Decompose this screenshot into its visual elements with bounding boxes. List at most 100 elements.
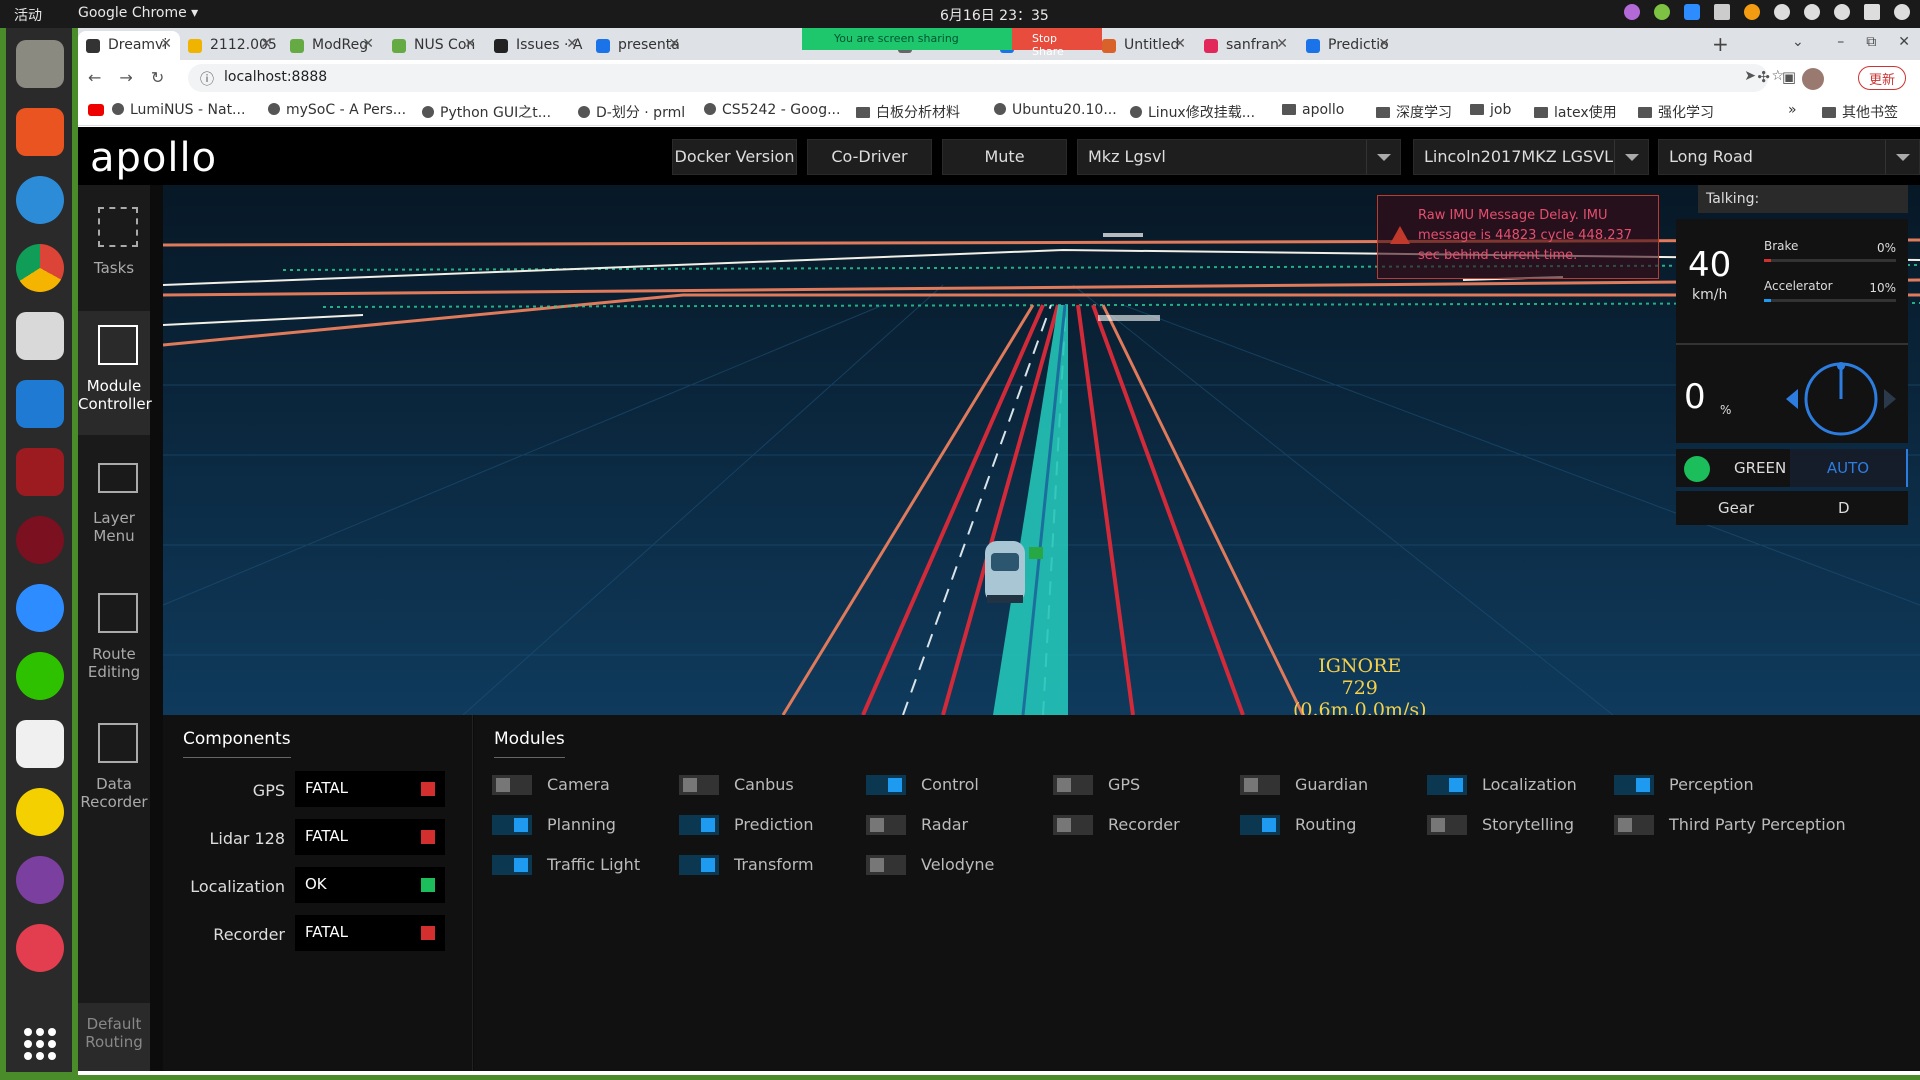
module-toggle-switch[interactable] (679, 815, 719, 835)
back-icon[interactable]: ← (88, 68, 119, 87)
module-toggle-switch[interactable] (679, 775, 719, 795)
module-toggle-switch[interactable] (1427, 775, 1467, 795)
activities-button[interactable]: 活动 (14, 5, 42, 25)
chrome-icon[interactable] (16, 244, 64, 292)
bookmark-link[interactable]: Ubuntu20.10... (994, 102, 1117, 118)
close-tab-icon[interactable]: ✕ (1276, 36, 1288, 52)
system-tray[interactable] (1624, 4, 1910, 20)
bookmark-folder[interactable]: 深度学习 (1376, 102, 1452, 122)
volume-icon[interactable] (1804, 4, 1820, 20)
module-toggle-item[interactable]: GPS (1053, 772, 1233, 798)
other-bookmarks-folder[interactable]: 其他书签 (1822, 102, 1898, 122)
keyboard-tray-icon[interactable] (1714, 4, 1730, 20)
close-tab-icon[interactable]: ✕ (464, 36, 476, 52)
browser-tab[interactable]: presenta ✕ (588, 31, 688, 60)
browser-tab[interactable]: Dreamvi ✕ (78, 31, 180, 60)
module-toggle-switch[interactable] (1240, 815, 1280, 835)
bookmark-link[interactable]: D-划分 · prml (578, 102, 685, 122)
restore-icon[interactable]: ⧉ (1866, 34, 1876, 50)
module-toggle-switch[interactable] (1053, 815, 1093, 835)
module-toggle-item[interactable]: Perception (1614, 772, 1794, 798)
wine-icon[interactable] (16, 516, 64, 564)
browser-tab[interactable]: sanfran ✕ (1196, 31, 1296, 60)
module-toggle-switch[interactable] (866, 815, 906, 835)
nav-module-controller[interactable]: Module Controller (78, 311, 152, 435)
map-select[interactable]: Lincoln2017MKZ LGSVL (1413, 139, 1649, 175)
browser-tab[interactable]: NUS Con ✕ (384, 31, 484, 60)
tray-app-icon[interactable] (1624, 4, 1640, 20)
module-toggle-item[interactable]: Canbus (679, 772, 859, 798)
youtube-bookmark-icon[interactable] (88, 104, 104, 116)
stop-share-button[interactable]: Stop Share (1012, 28, 1102, 58)
app-menu[interactable]: Google Chrome ▾ (78, 5, 198, 21)
scenario-select[interactable]: Long Road (1658, 139, 1920, 175)
module-toggle-item[interactable]: Routing (1240, 812, 1420, 838)
module-toggle-item[interactable]: Storytelling (1427, 812, 1607, 838)
vscode-icon[interactable] (16, 380, 64, 428)
wechat-icon[interactable] (16, 652, 64, 700)
update-button[interactable]: 更新 (1857, 66, 1906, 90)
close-tab-icon[interactable]: ✕ (566, 36, 578, 52)
show-apps-icon[interactable] (24, 1028, 56, 1060)
module-toggle-item[interactable]: Traffic Light (492, 852, 672, 878)
send-icon[interactable]: ➤ (1744, 68, 1756, 84)
update-tray-icon[interactable] (1744, 4, 1760, 20)
url-input[interactable]: ⓘ localhost:8888 ➤ ☆ (188, 64, 1784, 92)
module-toggle-switch[interactable] (492, 855, 532, 875)
profile-avatar[interactable] (1802, 68, 1824, 90)
module-toggle-switch[interactable] (866, 775, 906, 795)
module-toggle-item[interactable]: Prediction (679, 812, 859, 838)
nav-tasks[interactable]: Tasks (78, 185, 150, 309)
bookmark-link[interactable]: mySoC - A Pers... (268, 102, 406, 118)
module-toggle-switch[interactable] (1053, 775, 1093, 795)
music-icon[interactable] (16, 788, 64, 836)
power-icon[interactable] (1894, 4, 1910, 20)
module-toggle-switch[interactable] (1614, 815, 1654, 835)
default-routing-button[interactable]: Default Routing (78, 1003, 150, 1071)
browser-tab[interactable]: Untitled ✕ (1094, 31, 1194, 60)
bookmark-link[interactable]: Linux修改挂载... (1130, 102, 1255, 122)
bookmark-link[interactable]: Python GUI之t... (422, 102, 551, 122)
module-toggle-item[interactable]: Velodyne (866, 852, 1046, 878)
bookmark-folder[interactable]: latex使用 (1534, 102, 1617, 122)
new-tab-button[interactable]: + (1712, 32, 1729, 56)
nav-layer-menu[interactable]: Layer Menu (78, 441, 150, 565)
zoom-tray-icon[interactable] (1684, 4, 1700, 20)
bookmark-link[interactable]: LumiNUS - Nat... (112, 102, 245, 118)
minimize-icon[interactable]: – (1837, 34, 1844, 50)
module-toggle-item[interactable]: Transform (679, 852, 859, 878)
module-toggle-item[interactable]: Guardian (1240, 772, 1420, 798)
nav-route-editing[interactable]: Route Editing (78, 571, 150, 695)
clock[interactable]: 6月16日 23：35 (940, 5, 1049, 25)
close-tab-icon[interactable]: ✕ (668, 36, 680, 52)
bookmark-folder[interactable]: apollo (1282, 102, 1344, 118)
close-tab-icon[interactable]: ✕ (1378, 36, 1390, 52)
browser-tab[interactable]: Predictio ✕ (1298, 31, 1398, 60)
module-toggle-item[interactable]: Recorder (1053, 812, 1233, 838)
reader-icon[interactable] (16, 312, 64, 360)
extensions-icon[interactable]: ✣ (1757, 68, 1770, 86)
mute-button[interactable]: Mute (942, 139, 1067, 175)
module-toggle-item[interactable]: Radar (866, 812, 1046, 838)
browser-tab[interactable]: 2112.005 ✕ (180, 31, 280, 60)
bookmark-link[interactable]: CS5242 - Goog... (704, 102, 840, 118)
site-info-icon[interactable]: ⓘ (200, 69, 214, 89)
co-driver-button[interactable]: Co-Driver (807, 139, 932, 175)
module-toggle-switch[interactable] (1240, 775, 1280, 795)
bookmark-folder[interactable]: 白板分析材料 (856, 102, 960, 122)
module-toggle-switch[interactable] (1614, 775, 1654, 795)
close-tab-icon[interactable]: ✕ (160, 36, 172, 52)
terminal-icon[interactable] (16, 448, 64, 496)
close-icon[interactable]: ✕ (1898, 34, 1910, 50)
more-bookmarks-button[interactable]: » (1788, 102, 1797, 118)
close-tab-icon[interactable]: ✕ (260, 36, 272, 52)
battery-icon[interactable] (1864, 4, 1880, 20)
docker-version-button[interactable]: Docker Version (672, 139, 797, 175)
files-icon[interactable] (16, 40, 64, 88)
module-toggle-item[interactable]: Control (866, 772, 1046, 798)
browser-tab[interactable]: Issues · A ✕ (486, 31, 586, 60)
tray-app-icon[interactable] (1654, 4, 1670, 20)
module-toggle-switch[interactable] (679, 855, 719, 875)
close-tab-icon[interactable]: ✕ (362, 36, 374, 52)
vehicle-select[interactable]: Mkz Lgsvl (1077, 139, 1401, 175)
